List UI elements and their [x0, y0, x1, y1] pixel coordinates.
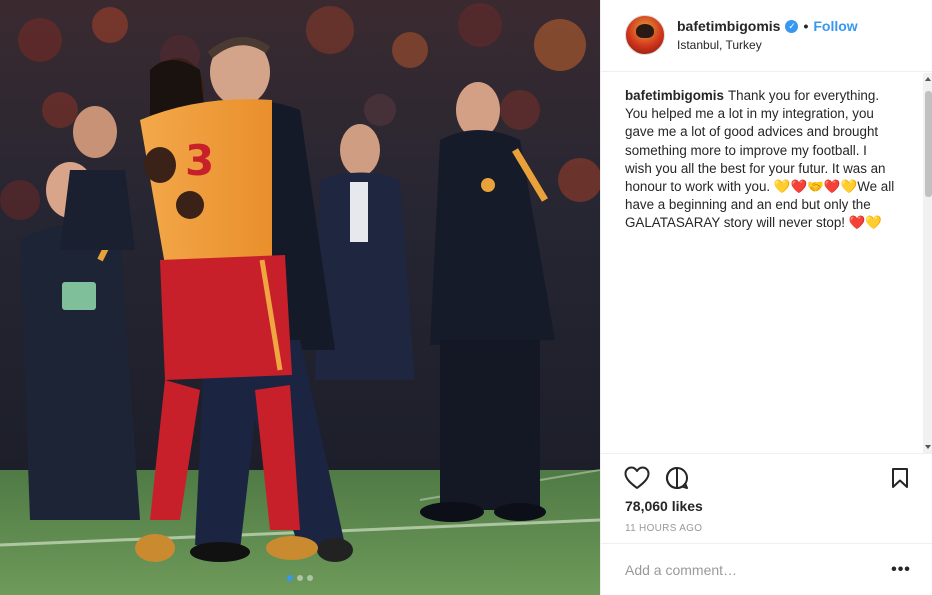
carousel-dot[interactable]: [307, 575, 313, 581]
follow-button[interactable]: Follow: [813, 18, 857, 34]
bookmark-icon: [892, 468, 908, 488]
comment-form: •••: [601, 543, 932, 595]
avatar[interactable]: [625, 15, 665, 55]
comment-button[interactable]: [663, 464, 691, 492]
comment-bubble-icon: [665, 467, 688, 489]
scrollbar[interactable]: [923, 73, 932, 453]
scroll-up-arrow-icon[interactable]: [925, 77, 931, 81]
carousel-indicator: [0, 575, 600, 581]
carousel-dot[interactable]: [287, 575, 293, 581]
like-button[interactable]: [623, 464, 651, 492]
scroll-down-arrow-icon[interactable]: [925, 445, 931, 449]
post-timestamp[interactable]: 11 HOURS AGO: [625, 523, 702, 534]
svg-text:3: 3: [185, 136, 214, 185]
post-photo[interactable]: 3: [0, 0, 600, 595]
save-button[interactable]: [886, 464, 914, 492]
caption-text: Thank you for everything. You helped me …: [625, 88, 895, 231]
post-side-panel: bafetimbigomis ✓ • Follow Istanbul, Turk…: [600, 0, 932, 595]
post-header: bafetimbigomis ✓ • Follow Istanbul, Turk…: [601, 0, 932, 72]
caption-scroll-area[interactable]: bafetimbigomis Thank you for everything. …: [601, 73, 932, 453]
comment-input[interactable]: [625, 558, 875, 582]
verified-badge-icon: ✓: [785, 19, 799, 33]
more-options-icon[interactable]: •••: [889, 558, 913, 582]
likes-count[interactable]: 78,060 likes: [625, 498, 703, 514]
caption-username[interactable]: bafetimbigomis: [625, 88, 724, 103]
username-link[interactable]: bafetimbigomis: [677, 18, 780, 34]
football-celebration-image: 3: [0, 0, 600, 595]
location-link[interactable]: Istanbul, Turkey: [677, 38, 762, 52]
scrollbar-thumb[interactable]: [925, 91, 932, 197]
post-actions: 78,060 likes 11 HOURS AGO: [601, 453, 932, 543]
heart-icon: [624, 466, 650, 489]
separator-dot: •: [803, 18, 809, 34]
carousel-dot[interactable]: [297, 575, 303, 581]
caption: bafetimbigomis Thank you for everything. …: [625, 87, 897, 233]
username-row: bafetimbigomis ✓ • Follow: [677, 18, 858, 34]
